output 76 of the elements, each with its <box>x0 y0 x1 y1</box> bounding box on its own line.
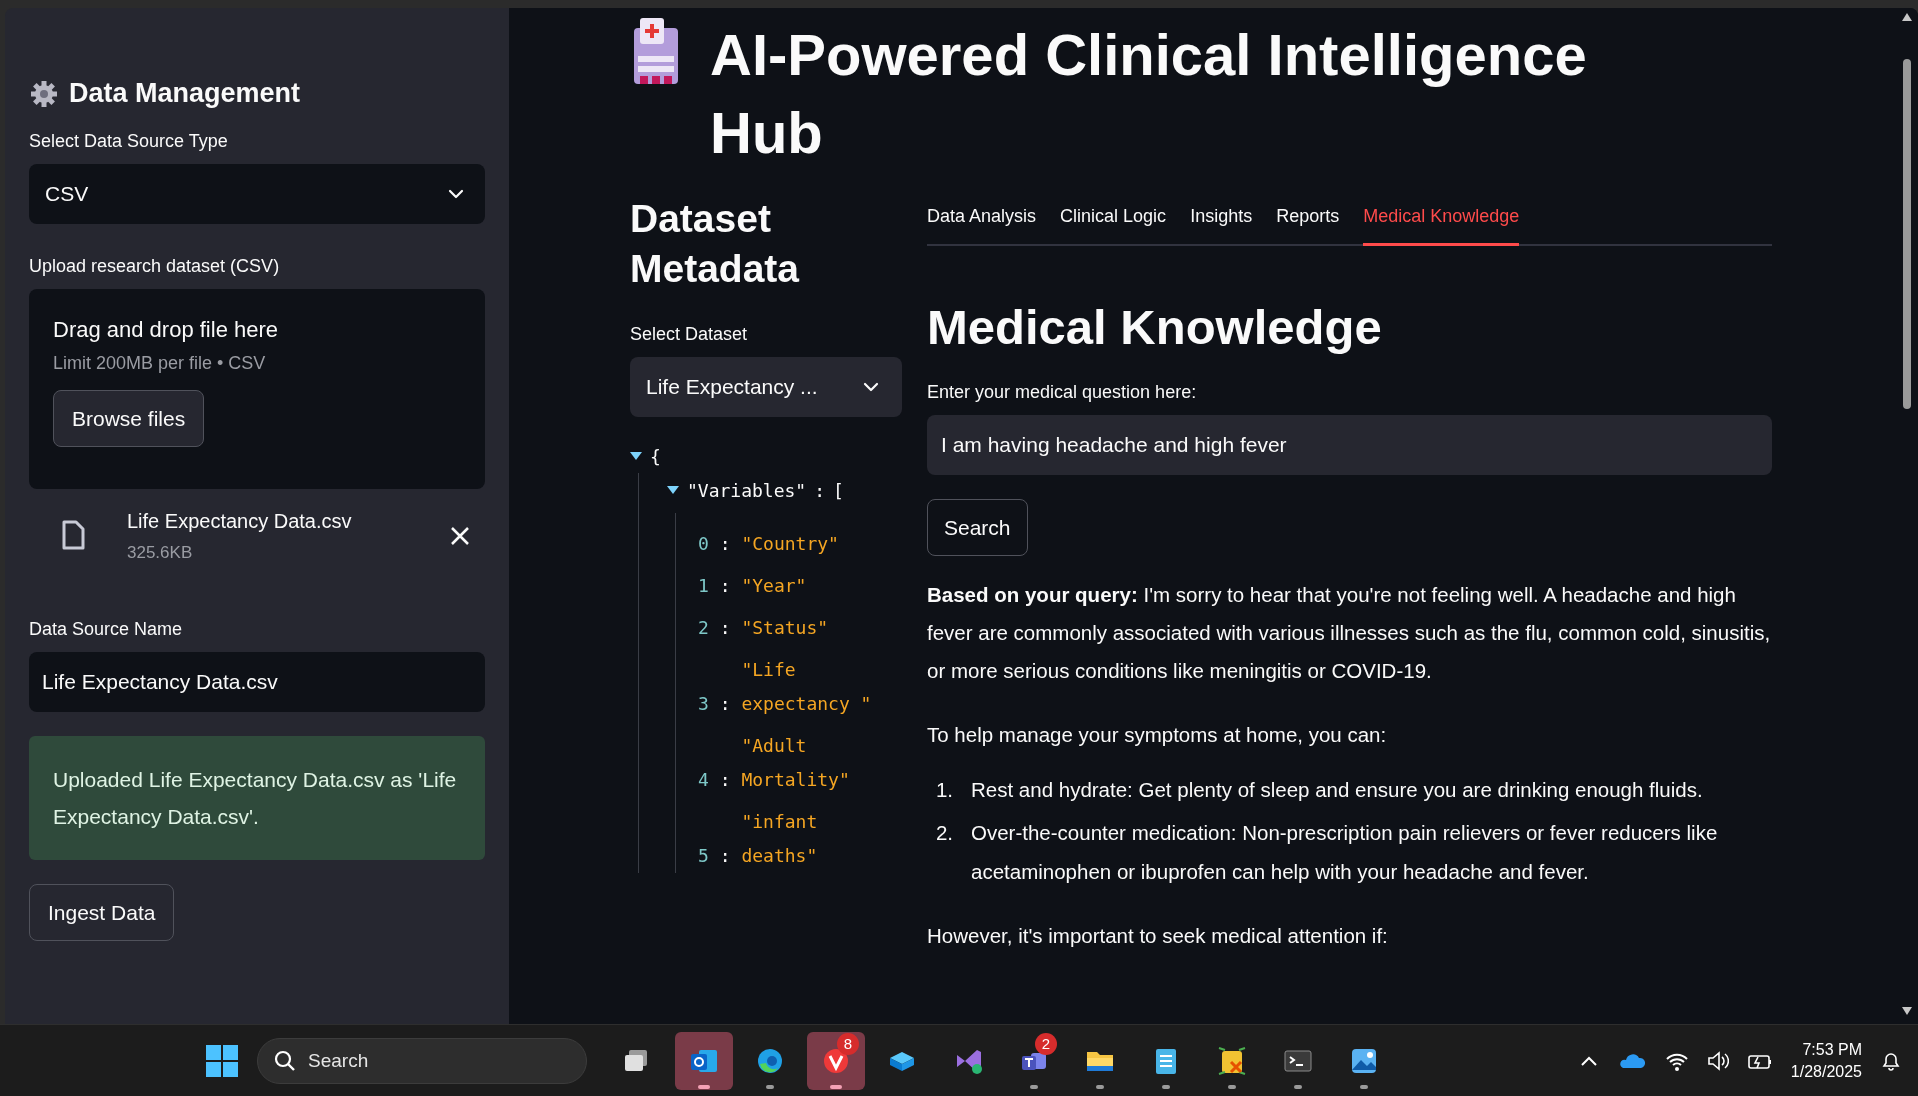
json-colon: : <box>719 693 731 714</box>
section-heading: Medical Knowledge <box>927 299 1383 356</box>
list-number: 1. <box>934 777 953 803</box>
json-index: 5 <box>698 845 709 866</box>
speaker-icon <box>1706 1049 1729 1072</box>
json-value: "Adult Mortality" <box>741 734 851 792</box>
question-input[interactable]: I am having headache and high fever <box>927 415 1772 475</box>
scroll-up-icon <box>1901 12 1913 22</box>
list-item-text: Over-the-counter medication: Non-prescription pain relievers or fever reducers like acetaminophen or ibuprofen can help with your headache and fever. <box>971 820 1719 885</box>
tab[interactable]: Insights <box>1190 198 1253 246</box>
sidebar-title: Data Management <box>69 78 301 109</box>
dataset-dropdown[interactable]: Life Expectancy ... <box>630 357 902 417</box>
json-index: 4 <box>698 769 709 790</box>
json-value: "Year" <box>741 574 807 598</box>
source-type-dropdown[interactable]: CSV <box>29 164 485 224</box>
json-value: "Status" <box>741 616 829 640</box>
notification-badge: 8 <box>837 1032 859 1055</box>
json-brace: { <box>650 445 661 467</box>
json-index: 0 <box>698 533 709 554</box>
tab[interactable]: Reports <box>1276 198 1340 246</box>
close-icon[interactable] <box>449 525 471 547</box>
clock-date: 1/28/2025 <box>1790 1061 1862 1082</box>
json-index: 3 <box>698 693 709 714</box>
json-value: "Life expectancy " <box>741 658 873 716</box>
scrollbar-thumb[interactable] <box>1903 59 1911 409</box>
scroll-down-icon <box>1901 1006 1913 1016</box>
database-tools-icon <box>1217 1045 1247 1076</box>
upload-limit-text: Limit 200MB per file • CSV <box>53 353 266 374</box>
file-dropzone[interactable]: Drag and drop file here Limit 200MB per file • CSV Browse files <box>29 289 485 489</box>
json-colon: : <box>719 845 731 866</box>
json-colon: : <box>719 575 731 596</box>
clock-time: 7:53 PM <box>1802 1039 1862 1060</box>
taskbar-app-button[interactable]: 8 <box>807 1031 865 1090</box>
field-label: Select Data Source Type <box>29 131 228 152</box>
expand-toggle[interactable] <box>667 486 679 494</box>
windows-start-icon[interactable] <box>205 1043 239 1078</box>
json-value: "infant deaths" <box>741 810 819 868</box>
field-label: Upload research dataset (CSV) <box>29 256 280 277</box>
json-colon: : <box>719 769 731 790</box>
answer-paragraph: To help manage your symptoms at home, you can: <box>927 722 1388 748</box>
section-heading: Dataset Metadata <box>630 196 801 292</box>
field-label: Enter your medical question here: <box>927 382 1197 403</box>
json-value: "Country" <box>741 532 839 556</box>
page-title: AI-Powered Clinical Intelligence Hub <box>710 21 1588 167</box>
json-colon: : <box>719 533 731 554</box>
expand-toggle[interactable] <box>630 452 642 460</box>
browse-files-button[interactable]: Browse files <box>53 390 205 447</box>
answer-paragraph: Based on your query: I'm sorry to hear that you're not feeling well. A headache and high fever are commonly associated with various illnesses such as the flu, common cold, sinusitis, or more serious conditions like meningitis or COVID-19. <box>927 582 1772 684</box>
json-bracket: [ <box>833 479 844 501</box>
taskbar-app-button[interactable]: 2 <box>1005 1031 1063 1090</box>
json-index: 1 <box>698 575 709 596</box>
field-label: Data Source Name <box>29 619 183 640</box>
list-number: 2. <box>934 820 953 846</box>
taskbar-search-field[interactable]: Search <box>257 1037 587 1084</box>
file-icon <box>61 520 87 552</box>
tab[interactable]: Data Analysis <box>927 198 1037 246</box>
json-colon: : <box>719 617 731 638</box>
json-colon: : <box>814 479 826 501</box>
file-name: Life Expectancy Data.csv <box>127 509 352 533</box>
search-button[interactable]: Search <box>927 499 1028 556</box>
taskbar-app-button[interactable] <box>675 1031 733 1090</box>
dropzone-text: Drag and drop file here <box>53 317 279 343</box>
json-key: "Variables" <box>687 479 807 501</box>
tab[interactable]: Clinical Logic <box>1060 198 1167 246</box>
notification-badge: 2 <box>1035 1032 1057 1055</box>
tab[interactable]: Medical Knowledge <box>1363 198 1520 246</box>
ingest-data-button[interactable]: Ingest Data <box>29 884 175 941</box>
json-index: 2 <box>698 617 709 638</box>
search-icon <box>274 1049 296 1072</box>
gear-icon <box>29 78 59 109</box>
field-label: Select Dataset <box>630 324 748 345</box>
answer-paragraph: However, it's important to seek medical attention if: <box>927 923 1389 949</box>
file-size: 325.6KB <box>127 542 193 563</box>
list-item-text: Rest and hydrate: Get plenty of sleep and ensure you are drinking enough fluids. <box>971 777 1703 803</box>
success-message: Uploaded Life Expectancy Data.csv as 'Life Expectancy Data.csv'. <box>29 736 485 860</box>
data-source-name-input[interactable]: Life Expectancy Data.csv <box>29 652 485 712</box>
